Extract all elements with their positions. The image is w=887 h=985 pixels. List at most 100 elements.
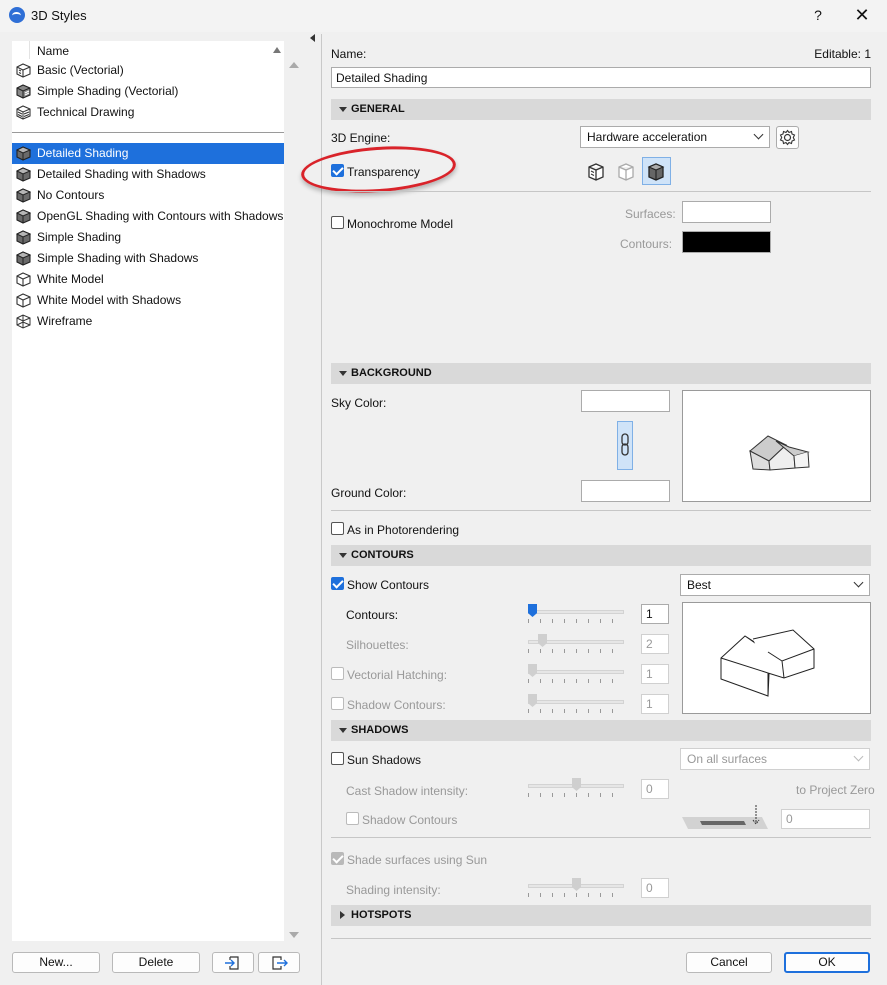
name-column-header[interactable]: Name [37,44,69,58]
sky-color-label: Sky Color: [331,396,387,410]
white-box-icon [618,163,634,181]
ground-color-swatch[interactable] [581,480,670,502]
list-item[interactable]: Detailed Shading with Shadows [12,164,284,185]
vectorial-hatching-label: Vectorial Hatching: [347,668,448,682]
shadow-contours-2-checkbox[interactable] [346,812,359,825]
shaded-box-icon [15,209,32,224]
list-item-label: OpenGL Shading with Contours with Shadow… [37,209,284,223]
shadows-section-header[interactable]: SHADOWS [331,720,871,741]
surfaces-color-swatch[interactable] [682,201,771,223]
monochrome-checkbox[interactable] [331,216,344,229]
import-button[interactable] [212,952,254,973]
vectorial-mode-button[interactable] [583,158,609,184]
new-button[interactable]: New... [12,952,100,973]
chevron-down-icon [753,129,764,140]
shading-intensity-slider[interactable] [528,878,624,898]
chevron-down-icon [853,751,864,762]
engine-select[interactable]: Hardware acceleration [580,126,770,148]
section-title: HOTSPOTS [351,909,412,921]
expanded-icon [339,371,347,376]
link-colors-button[interactable] [617,421,633,470]
general-section-header[interactable]: GENERAL [331,99,871,120]
shadow-contours-checkbox[interactable] [331,697,344,710]
contours-value[interactable]: 1 [641,604,669,624]
contour-quality-select[interactable]: Best [680,574,870,596]
export-icon [272,956,288,970]
shading-intensity-value[interactable]: 0 [641,878,669,898]
list-item[interactable]: Simple Shading [12,227,284,248]
list-item[interactable]: White Model [12,269,284,290]
silhouettes-slider[interactable] [528,634,624,654]
show-contours-checkbox[interactable] [331,577,344,590]
shaded-box-icon [15,146,32,161]
collapse-panel-icon[interactable] [310,34,315,42]
photorendering-checkbox[interactable] [331,522,344,535]
vectorial-hatching-checkbox[interactable] [331,667,344,680]
white-model-button[interactable] [613,158,639,184]
project-zero-value[interactable]: 0 [781,809,870,829]
shaded-mode-button[interactable] [642,157,671,185]
list-item-label: Simple Shading with Shadows [37,251,199,265]
sun-shadows-checkbox[interactable] [331,752,344,765]
contours-color-swatch[interactable] [682,231,771,253]
chain-link-icon [621,433,629,456]
help-button[interactable]: ? [806,3,830,27]
list-item[interactable]: Wireframe [12,311,284,332]
shadow-contours-slider[interactable] [528,694,624,714]
list-item[interactable]: No Contours [12,185,284,206]
transparency-label: Transparency [347,165,420,179]
scroll-up-icon[interactable] [289,62,299,68]
sky-color-swatch[interactable] [581,390,670,412]
shaded-box-icon [15,167,32,182]
list-item[interactable]: Detailed Shading [12,143,284,164]
list-item-label: Wireframe [37,314,93,328]
background-section-header[interactable]: BACKGROUND [331,363,871,384]
cast-shadow-value[interactable]: 0 [641,779,669,799]
export-button[interactable] [258,952,300,973]
list-item[interactable]: OpenGL Shading with Contours with Shadow… [12,206,284,227]
silhouettes-value[interactable]: 2 [641,634,669,654]
hotspots-section-header[interactable]: HOTSPOTS [331,905,871,926]
vectorial-box-icon [588,163,604,181]
contours-label: Contours: [346,608,399,622]
list-item[interactable]: Simple Shading with Shadows [12,248,284,269]
vectorial-hatching-value[interactable]: 1 [641,664,669,684]
list-item-label: White Model with Shadows [37,293,182,307]
engine-settings-button[interactable] [776,126,799,149]
scroll-down-icon[interactable] [289,932,299,938]
expanded-icon [339,107,347,112]
cancel-button[interactable]: Cancel [686,952,772,973]
divider [331,938,871,939]
surfaces-label: Surfaces: [625,207,676,221]
gear-icon [779,129,796,146]
list-item-label: White Model [37,272,104,286]
cast-shadow-slider[interactable] [528,778,624,798]
photorendering-label: As in Photorendering [347,523,460,537]
title-bar: 3D Styles ? ✕ [0,0,887,32]
contours-slider[interactable] [528,604,624,624]
engine-value: Hardware acceleration [587,130,708,144]
list-header[interactable]: Name [12,41,284,59]
contours-section-header[interactable]: CONTOURS [331,545,871,566]
list-item[interactable]: White Model with Shadows [12,290,284,311]
transparency-checkbox[interactable] [331,164,344,177]
background-preview [682,390,871,502]
style-name-input[interactable]: Detailed Shading [331,67,871,88]
ok-button[interactable]: OK [784,952,870,973]
shadow-surfaces-select[interactable]: On all surfaces [680,748,870,770]
delete-button[interactable]: Delete [112,952,200,973]
close-button[interactable]: ✕ [850,3,874,27]
vectorial-hatching-slider[interactable] [528,664,624,684]
section-title: CONTOURS [351,549,414,561]
vectorial-box-icon [16,63,31,78]
shaded-box-icon [15,230,32,245]
list-item[interactable]: Basic (Vectorial) [12,60,284,81]
list-item[interactable]: Technical Drawing [12,102,284,123]
shadow-contours-value[interactable]: 1 [641,694,669,714]
import-icon [225,956,239,970]
list-item[interactable]: Simple Shading (Vectorial) [12,81,284,102]
contour-quality-value: Best [687,578,712,592]
shade-using-sun-checkbox[interactable] [331,852,344,865]
window-title: 3D Styles [31,8,87,23]
shadow-surfaces-value: On all surfaces [687,752,768,766]
